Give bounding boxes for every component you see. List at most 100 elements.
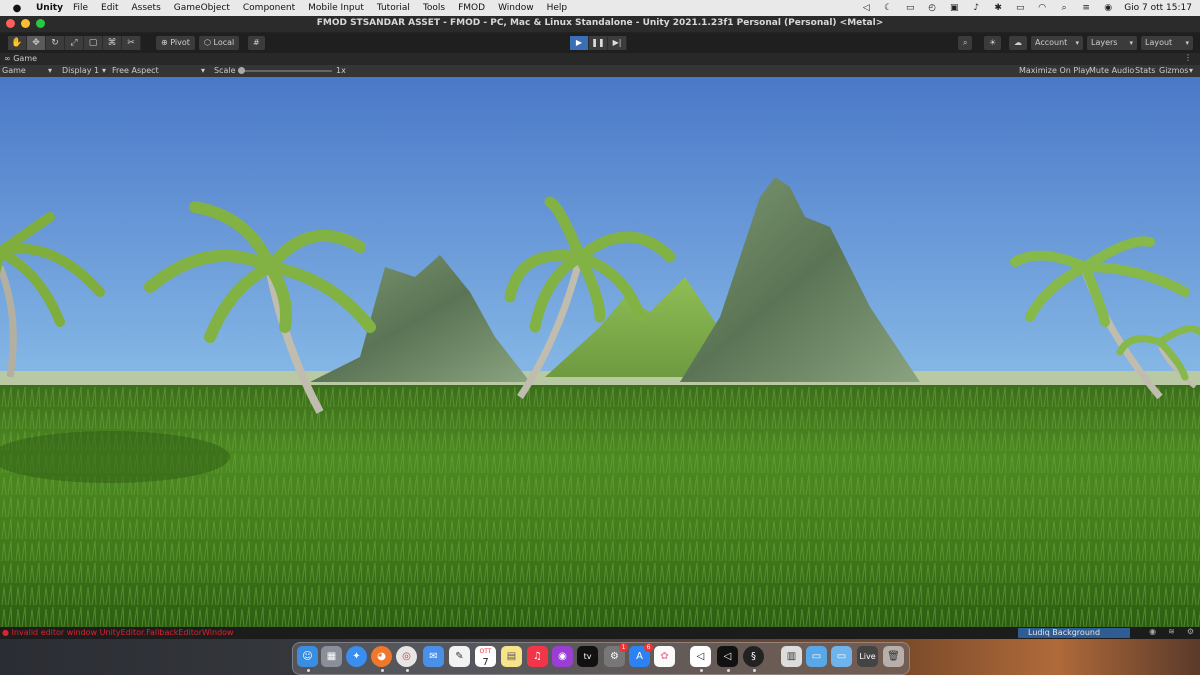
chrome-icon[interactable]: ◎ — [396, 646, 417, 667]
maximize-on-play-toggle[interactable]: Maximize On Play — [1019, 66, 1090, 75]
play-controls: ▶ ❚❚ ▶| — [570, 36, 627, 50]
background-worker-progress: Ludiq Background Worker — [1018, 628, 1130, 647]
trash-icon[interactable]: 🗑 — [883, 646, 904, 667]
battery-icon[interactable]: ▭ — [1014, 3, 1026, 13]
menu-fmod[interactable]: FMOD — [458, 3, 485, 13]
photos-icon[interactable]: ✿ — [654, 646, 675, 667]
mail-icon[interactable]: ✉ — [423, 646, 444, 667]
grass-shadow — [0, 431, 230, 483]
menu-assets[interactable]: Assets — [131, 3, 160, 13]
pause-button[interactable]: ❚❚ — [589, 36, 608, 50]
moon-icon[interactable]: ☾ — [882, 3, 894, 13]
unity-hub-icon[interactable]: ◁ — [690, 646, 711, 667]
running-indicator — [381, 669, 384, 672]
safari-icon[interactable]: ✦ — [346, 646, 367, 667]
grid-icon: # — [253, 38, 260, 47]
calendar-day: 7 — [482, 657, 489, 668]
local-toggle[interactable]: ⬡ Local — [199, 36, 240, 50]
clock-icon[interactable]: ◴ — [926, 3, 938, 13]
spotlight-search-icon[interactable]: ⌕ — [1058, 3, 1070, 13]
tab-menu-icon[interactable]: ⋮ — [1184, 53, 1192, 62]
progress-icon[interactable]: ⚙ — [1187, 627, 1194, 636]
local-icon: ⬡ — [204, 38, 211, 47]
game-view-viewport[interactable] — [0, 77, 1200, 627]
document-icon[interactable]: ▥ — [781, 646, 802, 667]
menu-window[interactable]: Window — [498, 3, 534, 13]
launchpad-icon[interactable]: ▦ — [321, 646, 342, 667]
menu-tools[interactable]: Tools — [423, 3, 445, 13]
gizmos-toggle[interactable]: Gizmos — [1159, 66, 1188, 75]
menu-file[interactable]: File — [73, 3, 88, 13]
rect-tool-icon[interactable]: ▢ — [84, 36, 103, 50]
wifi-icon[interactable]: ◠ — [1036, 3, 1048, 13]
grid-snap-button[interactable]: # — [248, 36, 265, 50]
chevron-down-icon: ▾ — [1075, 39, 1079, 47]
chevron-down-icon: ▾ — [1185, 39, 1189, 47]
pivot-toggle[interactable]: ⊕ Pivot — [156, 36, 195, 50]
downloads-folder-icon[interactable]: ▭ — [806, 646, 827, 667]
game-mode-dropdown[interactable]: Game ▾ — [2, 66, 56, 75]
calendar-icon[interactable]: OTT 7 — [475, 646, 496, 668]
window-icon[interactable]: ▣ — [948, 3, 960, 13]
menu-tutorial[interactable]: Tutorial — [377, 3, 410, 13]
documents-folder-icon[interactable]: ▭ — [831, 646, 852, 667]
apple-menu-icon[interactable]: ● — [10, 3, 24, 14]
unity-editor-icon[interactable]: ◁ — [717, 646, 738, 667]
podcasts-icon[interactable]: ◉ — [552, 646, 573, 667]
custom-tool-icon[interactable]: ✂ — [122, 36, 141, 50]
finder-icon[interactable]: ☺ — [297, 646, 318, 667]
scale-tool-icon[interactable]: ⤢ — [65, 36, 84, 50]
move-tool-icon[interactable]: ✥ — [27, 36, 46, 50]
search-button[interactable]: ⌕ — [958, 36, 973, 50]
bluetooth-icon[interactable]: ✱ — [992, 3, 1004, 13]
notes-drawing-icon[interactable]: ✎ — [449, 646, 470, 667]
volume-icon[interactable]: ♪ — [970, 3, 982, 13]
hand-tool-icon[interactable]: ✋ — [8, 36, 27, 50]
menu-mobile-input[interactable]: Mobile Input — [308, 3, 364, 13]
mute-audio-toggle[interactable]: Mute Audio — [1089, 66, 1134, 75]
collab-icon: ☀ — [989, 38, 997, 47]
scale-slider-knob[interactable] — [238, 67, 245, 74]
running-indicator — [307, 669, 310, 672]
music-icon[interactable]: ♫ — [527, 646, 548, 667]
game-mode-label: Game — [2, 66, 26, 75]
debug-icon[interactable]: ◉ — [1149, 627, 1156, 636]
cloud-button[interactable]: ☁ — [1009, 36, 1027, 50]
collab-button[interactable]: ☀ — [984, 36, 1002, 50]
siri-icon[interactable]: ◉ — [1102, 3, 1114, 13]
chevron-down-icon: ▾ — [1129, 39, 1133, 47]
menu-clock[interactable]: Gio 7 ott 15:17 — [1124, 3, 1192, 13]
layout-dropdown[interactable]: Layout ▾ — [1141, 36, 1193, 50]
scale-slider-track[interactable] — [238, 70, 332, 72]
layers-dropdown[interactable]: Layers ▾ — [1087, 36, 1137, 50]
screen-icon[interactable]: ▭ — [904, 3, 916, 13]
system-preferences-icon[interactable]: ⚙ 1 — [604, 643, 628, 667]
transform-tool-icon[interactable]: ⌘ — [103, 36, 122, 50]
menu-gameobject[interactable]: GameObject — [174, 3, 230, 13]
tab-game[interactable]: ∞ Game — [4, 54, 37, 63]
aspect-dropdown[interactable]: Free Aspect ▾ — [112, 66, 208, 75]
rotate-tool-icon[interactable]: ↻ — [46, 36, 65, 50]
chevron-down-icon[interactable]: ▾ — [1189, 66, 1193, 75]
account-dropdown[interactable]: Account ▾ — [1031, 36, 1083, 50]
ableton-live-icon[interactable]: Live — [857, 646, 878, 667]
menu-edit[interactable]: Edit — [101, 3, 118, 13]
apple-tv-icon[interactable]: tv — [577, 646, 598, 667]
firefox-icon[interactable]: ◕ — [371, 646, 392, 667]
menu-help[interactable]: Help — [547, 3, 568, 13]
unity-status-icon[interactable]: ◁ — [860, 3, 872, 13]
layers-stack-icon[interactable]: ≋ — [1168, 627, 1175, 636]
play-button[interactable]: ▶ — [570, 36, 589, 50]
app-store-icon[interactable]: A6 — [629, 643, 653, 667]
menu-app-name[interactable]: Unity — [36, 3, 63, 13]
menu-component[interactable]: Component — [243, 3, 295, 13]
console-error-message[interactable]: ● Invalid editor window UnityEditor.Fall… — [2, 628, 234, 637]
display-dropdown[interactable]: Display 1 ▾ — [62, 66, 108, 75]
search-icon: ⌕ — [963, 38, 968, 47]
stats-toggle[interactable]: Stats — [1135, 66, 1155, 75]
step-button[interactable]: ▶| — [608, 36, 627, 50]
steam-icon[interactable]: § — [743, 646, 764, 667]
running-indicator — [700, 669, 703, 672]
notes-icon[interactable]: ▤ — [501, 646, 522, 667]
control-center-icon[interactable]: ≡ — [1080, 3, 1092, 13]
